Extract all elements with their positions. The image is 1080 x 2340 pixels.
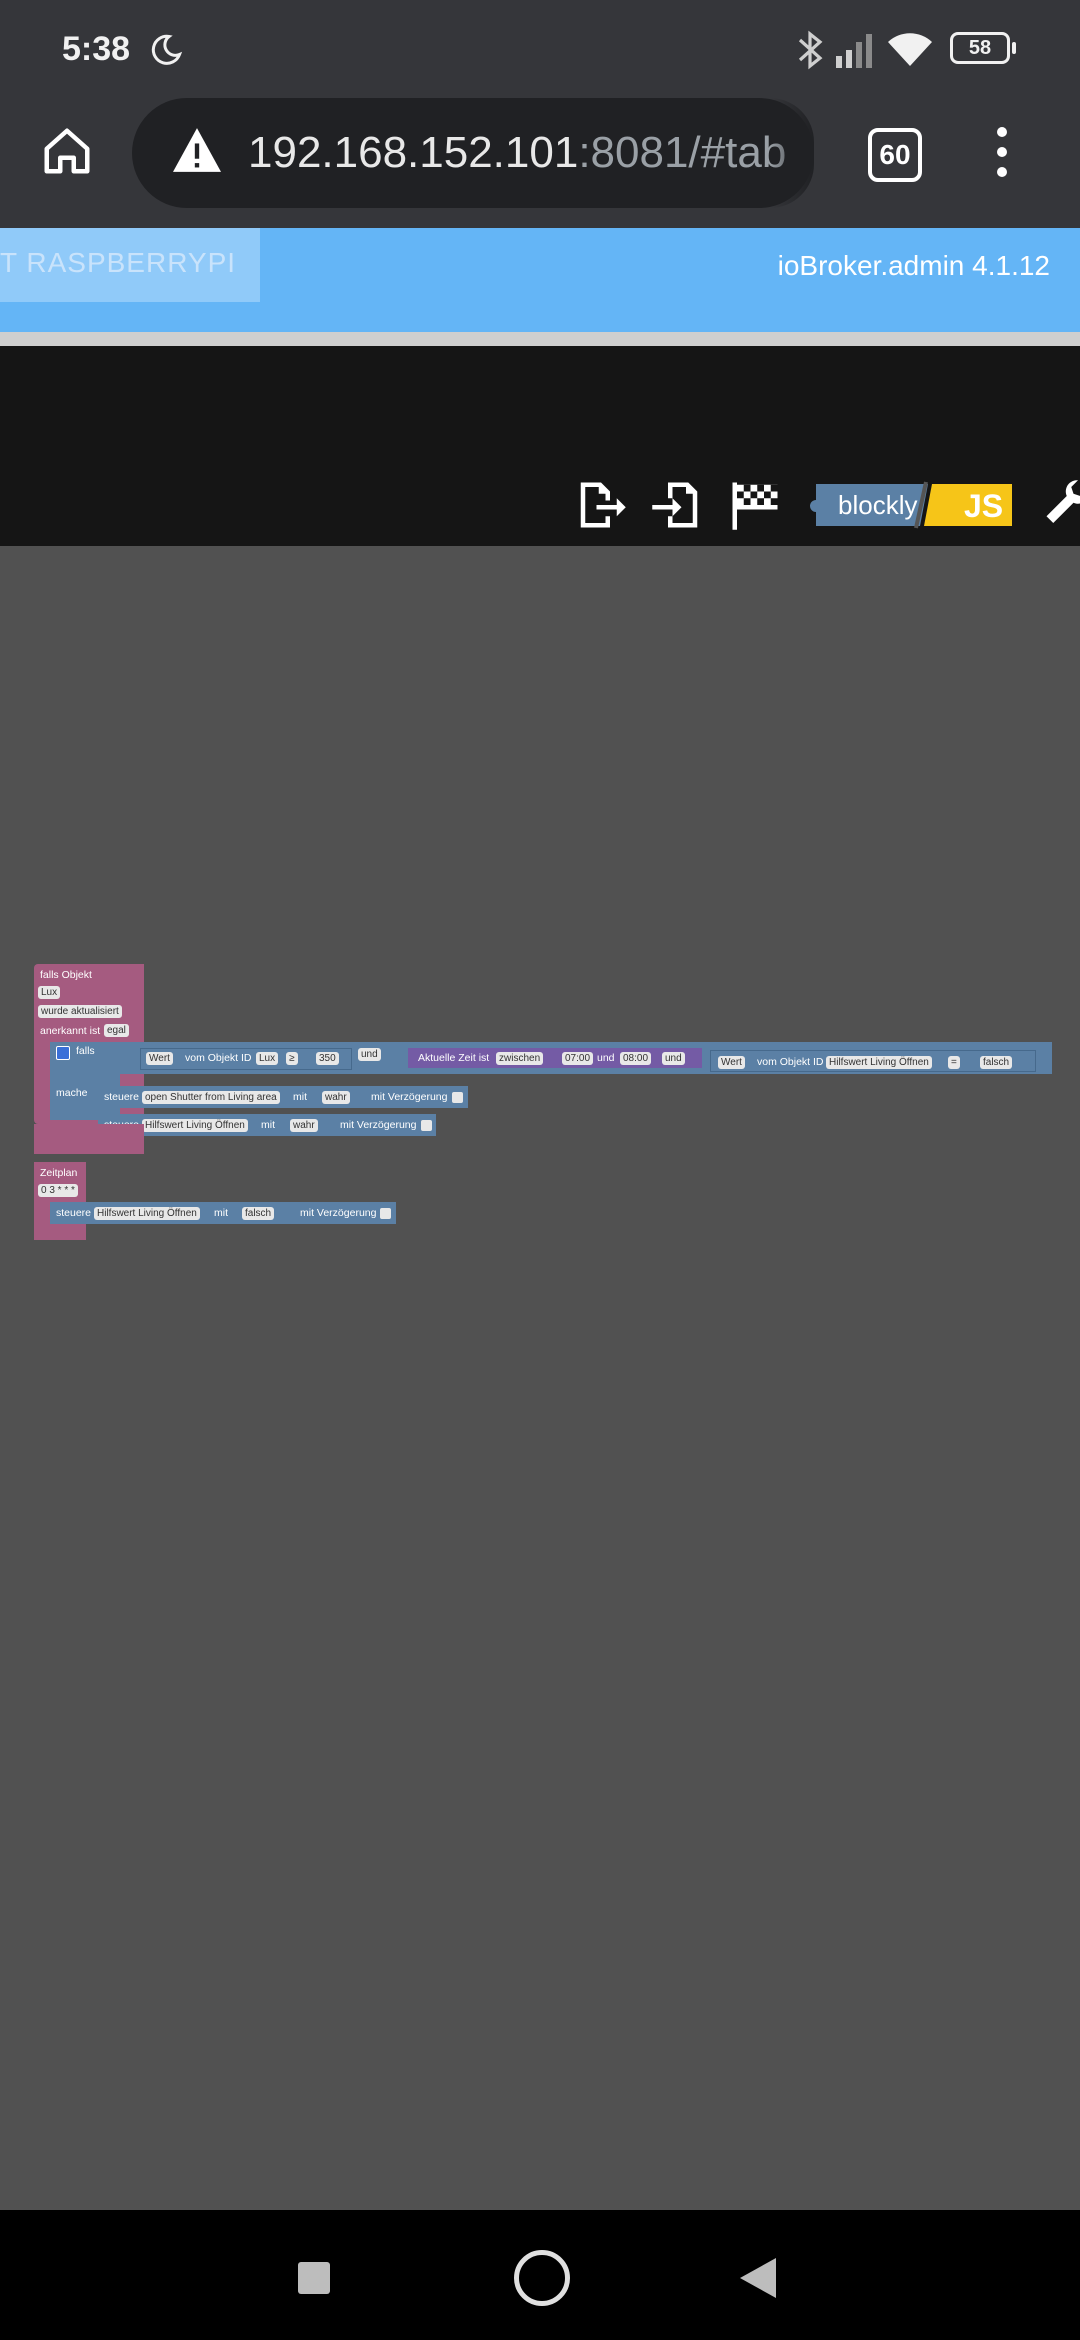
object-id-label-1: vom Objekt ID (185, 1052, 252, 1064)
battery-icon: 58 (950, 32, 1010, 64)
action-1-verb: steuere (104, 1091, 140, 1103)
schedule-action-delay: mit Verzögerung (300, 1207, 377, 1219)
number-field-1[interactable]: 350 (316, 1052, 339, 1065)
url-rest: :8081/#tab (578, 128, 787, 177)
action-1-target[interactable]: open Shutter from Living area (142, 1091, 280, 1104)
action-1-value[interactable]: wahr (322, 1091, 350, 1104)
bluetooth-icon (796, 30, 824, 75)
blockly-workspace[interactable]: falls Objekt Lux wurde aktualisiert aner… (0, 546, 1080, 2210)
schedule-action-with: mit (214, 1207, 228, 1219)
wrench-icon[interactable] (1042, 478, 1080, 532)
value-dropdown-1[interactable]: Wert (146, 1052, 173, 1065)
object-field-1[interactable]: Lux (256, 1052, 279, 1065)
schedule-block-footer (34, 1224, 86, 1240)
admin-version-label: ioBroker.admin 4.1.12 (777, 250, 1050, 281)
and-dropdown-1[interactable]: und (358, 1048, 381, 1061)
time-mode-dropdown[interactable]: zwischen (496, 1052, 544, 1065)
warning-icon[interactable] (170, 126, 224, 179)
more-menu-icon[interactable] (996, 126, 1008, 178)
trigger-block-footer (34, 1124, 144, 1154)
trigger-title: falls Objekt (40, 969, 92, 981)
battery-level: 58 (968, 37, 992, 59)
url-text[interactable]: 192.168.152.101:8081/#tab (248, 128, 786, 178)
action-2-with: mit (261, 1119, 275, 1131)
export-icon[interactable] (574, 478, 628, 532)
time-and-label: und (597, 1052, 615, 1064)
recents-icon[interactable] (298, 2262, 330, 2294)
action-2-target[interactable]: Hilfswert Living Öffnen (142, 1119, 248, 1132)
gear-icon[interactable] (56, 1046, 70, 1060)
time-label: Aktuelle Zeit ist (418, 1052, 490, 1064)
home-nav-icon[interactable] (514, 2250, 570, 2306)
object-field-2[interactable]: Hilfswert Living Öffnen (826, 1056, 932, 1069)
time-from-field[interactable]: 07:00 (562, 1052, 594, 1065)
do-label: mache (56, 1087, 88, 1099)
time-to-field[interactable]: 08:00 (620, 1052, 652, 1065)
moon-icon (148, 32, 184, 73)
battery-tip (1012, 42, 1016, 54)
value-dropdown-2[interactable]: Wert (718, 1056, 745, 1069)
action-2-delay: mit Verzögerung (340, 1119, 417, 1131)
object-id-label-2: vom Objekt ID (757, 1056, 824, 1068)
blockly-label: blockly (838, 490, 918, 520)
operator-dropdown-1[interactable]: ≥ (286, 1052, 298, 1065)
operator-dropdown-2[interactable]: = (948, 1056, 960, 1069)
home-icon[interactable] (40, 124, 94, 183)
schedule-action-verb: steuere (56, 1207, 92, 1219)
ack-dropdown[interactable]: egal (104, 1024, 129, 1037)
action-1-with: mit (293, 1091, 307, 1103)
action-1-delay-checkbox[interactable] (452, 1092, 463, 1103)
blockly-js-toggle[interactable]: blockly JS (808, 480, 1014, 530)
schedule-cron-field[interactable]: 0 3 * * * (38, 1184, 78, 1197)
js-label: JS (964, 488, 1004, 524)
url-host: 192.168.152.101 (248, 128, 579, 177)
bool-dropdown-cond[interactable]: falsch (980, 1056, 1013, 1069)
back-icon[interactable] (740, 2258, 776, 2303)
if-label: falls (76, 1045, 95, 1057)
trigger-object-field[interactable]: Lux (38, 986, 61, 999)
action-1-delay: mit Verzögerung (371, 1091, 448, 1103)
tab-switcher-button[interactable]: 60 (868, 128, 922, 182)
schedule-action-target[interactable]: Hilfswert Living Öffnen (94, 1207, 200, 1220)
instance-tab-label[interactable]: T RASPBERRYPI (0, 247, 236, 279)
schedule-delay-checkbox[interactable] (380, 1208, 391, 1219)
signal-icon (836, 32, 878, 73)
checkered-flag-icon[interactable] (728, 478, 782, 532)
schedule-action-value[interactable]: falsch (242, 1207, 275, 1220)
action-2-value[interactable]: wahr (290, 1119, 318, 1132)
trigger-event-dropdown[interactable]: wurde aktualisiert (38, 1005, 122, 1018)
and-dropdown-2[interactable]: und (662, 1052, 685, 1065)
wifi-icon (888, 32, 932, 73)
ack-label: anerkannt ist (40, 1025, 101, 1037)
action-2-delay-checkbox[interactable] (421, 1120, 432, 1131)
schedule-title: Zeitplan (40, 1167, 78, 1179)
import-icon[interactable] (650, 478, 704, 532)
header-divider (0, 332, 1080, 346)
status-time: 5:38 (62, 30, 131, 68)
